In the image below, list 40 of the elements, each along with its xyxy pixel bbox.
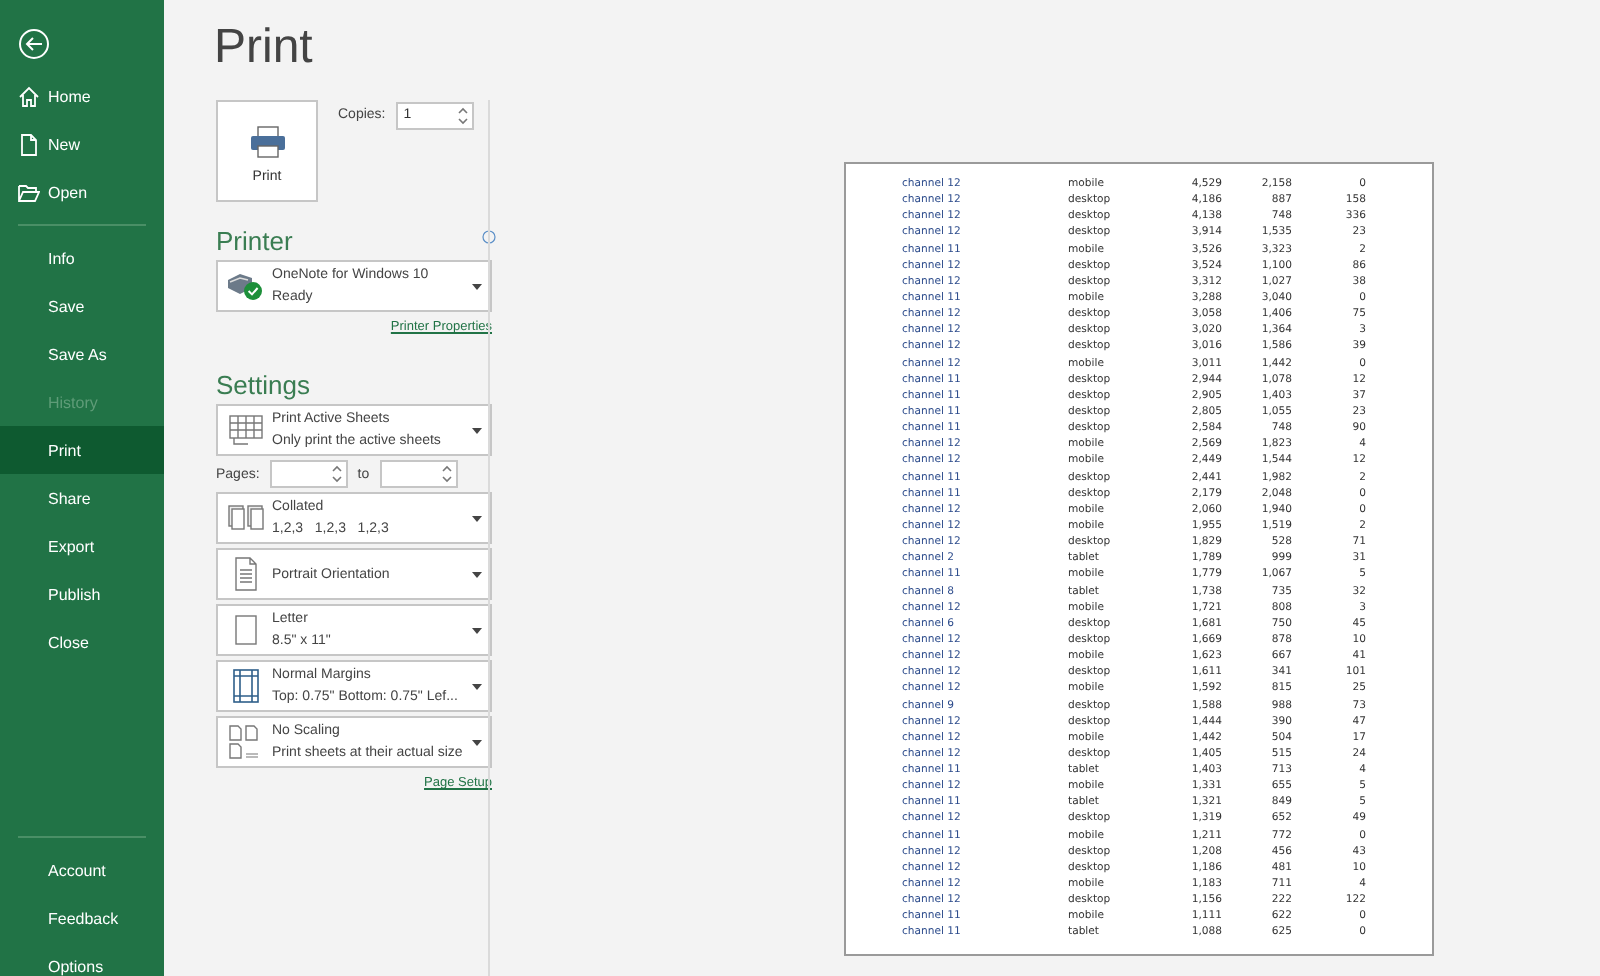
info-icon[interactable] <box>482 230 496 244</box>
printer-ready-icon <box>225 270 265 302</box>
section-heading: Printer <box>216 226 293 256</box>
sidebar-item[interactable]: Export <box>0 522 164 570</box>
sidebar-item[interactable]: Save <box>0 282 164 330</box>
caret-icon <box>472 515 482 521</box>
sidebar-item[interactable]: Feedback <box>0 894 164 942</box>
sheet-grid-icon <box>227 414 263 446</box>
home-icon <box>18 85 40 107</box>
section-heading: Settings <box>216 370 310 400</box>
document-icon <box>18 133 40 155</box>
caret-icon <box>472 283 482 289</box>
sidebar-item[interactable]: Share <box>0 474 164 522</box>
sidebar-item[interactable]: Open <box>0 168 164 216</box>
caret-icon <box>472 739 482 745</box>
caret-icon <box>472 627 482 633</box>
sidebar-item[interactable]: Print <box>0 426 164 474</box>
sidebar-item[interactable]: Close <box>0 618 164 666</box>
folder-icon <box>18 181 40 203</box>
spinner-icon[interactable] <box>457 105 468 125</box>
page-to-field[interactable] <box>379 460 458 488</box>
spinner-icon[interactable] <box>441 464 452 484</box>
sidebar-item[interactable]: Save As <box>0 330 164 378</box>
caret-icon <box>472 683 482 689</box>
spinner-icon[interactable] <box>331 464 342 484</box>
page-title: Print <box>214 20 315 78</box>
sidebar-item[interactable]: Home <box>0 72 164 120</box>
sidebar-item[interactable]: New <box>0 120 164 168</box>
sidebar-item[interactable]: Options <box>0 942 164 976</box>
margins-icon <box>227 668 263 704</box>
sidebar-item[interactable]: Account <box>0 846 164 894</box>
caret-icon <box>472 571 482 577</box>
sidebar-item[interactable]: Info <box>0 234 164 282</box>
page-from-field[interactable] <box>269 460 348 488</box>
collated-pages-icon <box>227 502 263 534</box>
sidebar-item[interactable]: Publish <box>0 570 164 618</box>
caret-icon <box>472 427 482 433</box>
printer-icon <box>249 126 285 158</box>
back-icon[interactable] <box>18 28 50 60</box>
scaling-pages-icon <box>227 724 263 760</box>
